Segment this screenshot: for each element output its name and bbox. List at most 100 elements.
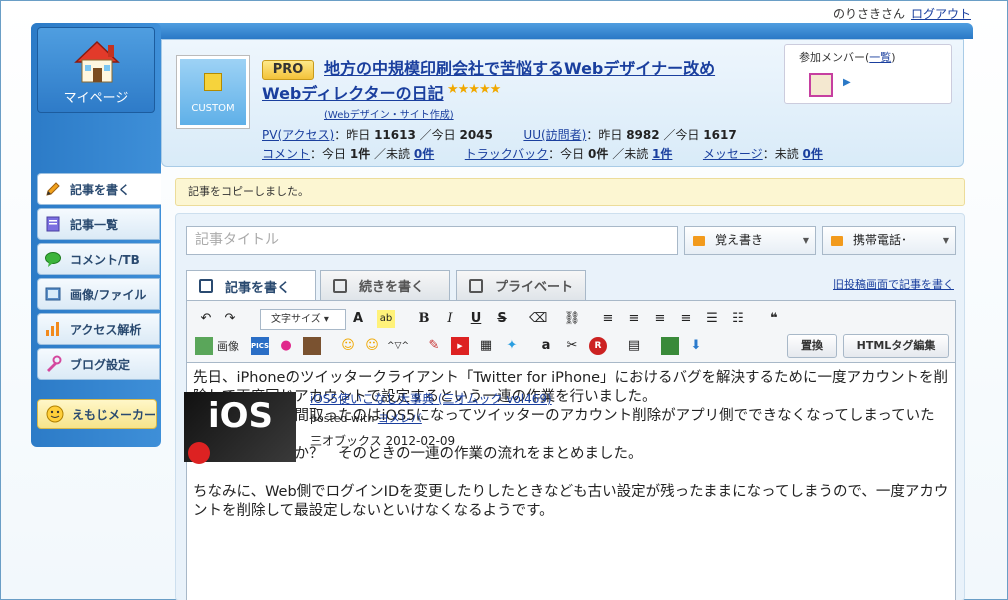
draw-icon[interactable]: ✎ (425, 337, 443, 355)
twitter-icon[interactable]: ✦ (503, 337, 521, 355)
members-list-link[interactable]: 一覧 (869, 51, 891, 64)
bold-icon[interactable]: B (415, 310, 433, 328)
comment-link[interactable]: コメント (262, 147, 310, 161)
tab-write[interactable]: 記事を書く (186, 270, 316, 301)
notice-banner: 記事をコピーしました。 (175, 178, 965, 206)
folder-icon (693, 235, 705, 246)
members-label: 参加メンバー (799, 51, 865, 64)
pencil-icon (46, 182, 60, 196)
tab-private[interactable]: プライベート (456, 270, 586, 300)
blog-title-line2[interactable]: Webディレクターの日記 (262, 80, 444, 104)
flickr-icon[interactable]: ● (277, 337, 295, 355)
article-body-editor[interactable]: 先日、iPhoneのツイッタークライアント「Twitter for iPhone… (186, 362, 956, 600)
old-editor-link[interactable]: 旧投稿画面で記事を書く (833, 276, 954, 292)
stats-row-feedback: コメント：今日 1件 ／未読 0件 トラックバック：今日 0件 ／未読 1件 メ… (262, 147, 823, 161)
more-icon[interactable]: ▤ (625, 337, 643, 355)
redo-icon[interactable]: ↷ (221, 310, 239, 328)
italic-icon[interactable]: I (441, 310, 459, 328)
numbered-list-icon[interactable]: ☷ (729, 310, 747, 328)
link-icon[interactable]: ⛓ (563, 310, 581, 328)
image-icon (45, 287, 61, 301)
folder-icon (831, 235, 843, 246)
sidebar-item-comments[interactable]: コメント/TB (37, 243, 160, 275)
yomereba-link[interactable]: ヨメレバ (378, 412, 422, 425)
stats-row-access: PV(アクセス)：昨日 11613 ／今日 2045 UU(訪問者)：昨日 89… (262, 128, 737, 142)
pro-badge: PRO (262, 60, 314, 80)
sidebar-item-images[interactable]: 画像/ファイル (37, 278, 160, 310)
sidebar-item-label: 画像/ファイル (70, 287, 147, 302)
logout-link[interactable]: ログアウト (911, 5, 971, 22)
username-label: のりさきさん (832, 7, 905, 21)
eraser-icon[interactable]: ⌫ (529, 310, 547, 328)
align-right-icon[interactable]: ≡ (651, 310, 669, 328)
kaomoji-icon[interactable]: ^▽^ (387, 337, 409, 355)
bar-chart-icon (46, 322, 59, 336)
comment-unread-link[interactable]: 0件 (414, 147, 434, 161)
message-unread-link[interactable]: 0件 (803, 147, 823, 161)
subcategory-select[interactable]: 携帯電話･ ▼ (822, 226, 956, 255)
replace-button[interactable]: 置換 (787, 334, 837, 358)
underline-icon[interactable]: U (467, 310, 485, 328)
image-insert-label[interactable]: 画像 (217, 338, 239, 354)
genre-link[interactable]: (Webデザイン・サイト作成) (324, 106, 454, 121)
instagram-icon[interactable] (303, 337, 321, 355)
align-justify-icon[interactable]: ≡ (677, 310, 695, 328)
emoji-maker-button[interactable]: えもじメーカー (37, 399, 157, 429)
blog-thumbnail[interactable]: CUSTOM (176, 55, 250, 129)
font-size-select[interactable]: 文字サイズ ▾ (260, 309, 346, 330)
pv-yesterday: 11613 (374, 128, 416, 142)
sidebar-item-write[interactable]: 記事を書く (37, 173, 161, 205)
amazon-icon[interactable]: a (537, 337, 555, 355)
trackback-unread-link[interactable]: 1件 (652, 147, 672, 161)
edit-icon (199, 279, 213, 293)
pv-today: 2045 (459, 128, 493, 142)
text-color-icon[interactable]: A (349, 310, 367, 328)
body-paragraph: 先日、iPhoneのツイッタークライアント「Twitter for iPhone… (193, 370, 949, 405)
bullet-list-icon[interactable]: ☰ (703, 310, 721, 328)
uu-today: 1617 (703, 128, 737, 142)
youtube-icon[interactable]: ▶ (451, 337, 469, 355)
chevron-down-icon: ▼ (802, 236, 809, 245)
strikethrough-icon[interactable]: S (493, 310, 511, 328)
category-select[interactable]: 覚え書き ▼ (684, 226, 816, 255)
pv-link[interactable]: PV(アクセス) (262, 128, 334, 142)
blog-title-line1[interactable]: 地方の中規模印刷会社で苦悩するWebデザイナー改め (324, 55, 715, 79)
book-cover-image: iOS (184, 392, 296, 464)
posted-with: posted with ヨメレバ (310, 412, 422, 425)
emoji-face-icon[interactable]: ☺ (363, 337, 381, 355)
trackback-link[interactable]: トラックバック (465, 147, 548, 161)
align-left-icon[interactable]: ≡ (599, 310, 617, 328)
align-center-icon[interactable]: ≡ (625, 310, 643, 328)
sidebar-item-label: 記事を書く (70, 182, 131, 197)
undo-icon[interactable]: ↶ (197, 310, 215, 328)
rakuten-icon[interactable]: R (589, 337, 607, 355)
speech-bubble-icon (45, 252, 61, 267)
book-title-link[interactable]: iOS5使いこなし大事典 (三才ムック vol469) (310, 390, 552, 407)
house-icon (74, 40, 120, 83)
body-paragraph: ではどうするのか？ そのときの一連の作業の流れをまとめました。 (193, 446, 643, 462)
uu-link[interactable]: UU(訪問者) (523, 128, 586, 142)
book-publisher: 三オブックス 2012-02-09 (310, 434, 456, 448)
map-icon[interactable] (661, 337, 679, 355)
html-edit-button[interactable]: HTMLタグ編集 (843, 334, 949, 358)
emoji-icon[interactable]: ☺ (339, 337, 357, 355)
pics-icon[interactable]: PICS (251, 337, 269, 355)
sidebar-item-settings[interactable]: ブログ設定 (37, 348, 160, 380)
mypage-button[interactable]: マイページ (37, 27, 155, 113)
next-arrow-icon[interactable]: ▶ (843, 77, 851, 88)
document-icon (46, 216, 60, 232)
sidebar-item-analytics[interactable]: アクセス解析 (37, 313, 160, 345)
message-link[interactable]: メッセージ (703, 147, 763, 161)
tab-continue[interactable]: 続きを書く (320, 270, 450, 300)
highlight-icon[interactable]: ab (377, 310, 395, 328)
article-title-input[interactable]: 記事タイトル (186, 226, 678, 255)
image-insert-icon[interactable] (195, 337, 213, 355)
download-icon[interactable]: ⬇ (687, 337, 705, 355)
calendar-icon[interactable]: ▦ (477, 337, 495, 355)
member-avatar[interactable] (809, 73, 833, 97)
scissors-icon[interactable]: ✂ (563, 337, 581, 355)
sidebar-item-articles[interactable]: 記事一覧 (37, 208, 160, 240)
blog-header: CUSTOM PRO 地方の中規模印刷会社で苦悩するWebデザイナー改め Web… (161, 39, 964, 167)
blog-admin-page: のりさきさん ログアウト マイページ 記事を書く 記事一覧 コメント/TB 画像… (0, 0, 1008, 600)
quote-icon[interactable]: ❝ (765, 310, 783, 328)
